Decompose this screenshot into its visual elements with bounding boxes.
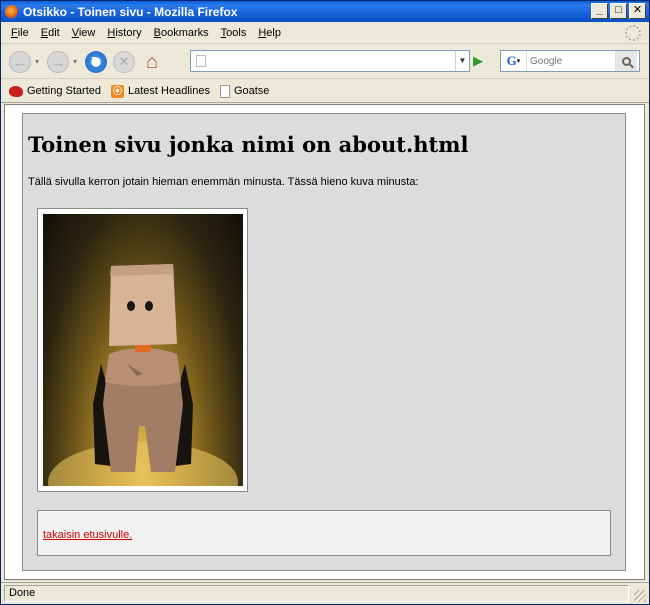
profile-photo: [43, 214, 243, 486]
reload-icon: ↻: [85, 50, 108, 73]
bookmark-getting-started[interactable]: Getting Started: [9, 85, 101, 97]
status-bar: Done: [1, 582, 649, 604]
window-controls: _ □ ✕: [591, 3, 646, 19]
back-to-home-link[interactable]: takaisin etusivulle.: [43, 529, 132, 541]
url-history-dropdown[interactable]: ▼: [455, 51, 469, 71]
page-heading: Toinen sivu jonka nimi on about.html: [28, 132, 469, 157]
home-icon: ⌂: [145, 50, 159, 73]
search-input[interactable]: [527, 54, 615, 68]
maximize-button[interactable]: □: [610, 3, 627, 19]
menu-help[interactable]: Help: [252, 27, 287, 39]
close-button[interactable]: ✕: [629, 3, 646, 19]
back-history-dropdown[interactable]: ▾: [35, 57, 39, 66]
resize-grip-icon[interactable]: [634, 590, 646, 602]
link-container: takaisin etusivulle.: [37, 510, 611, 556]
reload-button[interactable]: ↻: [83, 49, 109, 75]
menu-tools[interactable]: Tools: [215, 27, 253, 39]
menu-bookmarks[interactable]: Bookmarks: [148, 27, 215, 39]
minimize-button[interactable]: _: [591, 3, 608, 19]
forward-history-dropdown[interactable]: ▾: [73, 57, 77, 66]
menu-bar: File Edit View History Bookmarks Tools H…: [1, 23, 649, 44]
menu-history[interactable]: History: [101, 27, 147, 39]
search-bar[interactable]: G ▾: [500, 50, 640, 72]
chevron-down-icon: ▾: [516, 58, 521, 65]
bookmark-latest-headlines[interactable]: ⦿ Latest Headlines: [111, 84, 210, 98]
page-content[interactable]: Toinen sivu jonka nimi on about.html Täl…: [4, 104, 645, 580]
menu-edit[interactable]: Edit: [35, 27, 66, 39]
firefox-logo-icon: [5, 4, 19, 19]
back-button[interactable]: ←: [7, 49, 33, 75]
firefox-red-icon: [9, 85, 23, 97]
title-bar[interactable]: Otsikko - Toinen sivu - Mozilla Firefox …: [1, 1, 649, 22]
page-icon: [196, 55, 206, 67]
window-title: Otsikko - Toinen sivu - Mozilla Firefox: [23, 4, 238, 19]
bookmark-label: Getting Started: [27, 85, 101, 97]
search-button[interactable]: [615, 51, 637, 71]
bookmark-goatse[interactable]: Goatse: [219, 84, 270, 98]
search-engine-selector[interactable]: G ▾: [501, 51, 527, 71]
menu-file[interactable]: File: [5, 27, 35, 39]
paper-bag-person-illustration: [48, 264, 238, 486]
stop-button[interactable]: ✕: [111, 49, 137, 75]
status-text: Done: [4, 585, 629, 602]
menu-view[interactable]: View: [66, 27, 102, 39]
page-container: Toinen sivu jonka nimi on about.html Täl…: [22, 113, 626, 571]
page-icon: [219, 84, 230, 98]
url-input[interactable]: [212, 54, 455, 68]
bookmark-label: Latest Headlines: [128, 85, 210, 97]
google-icon: G: [506, 53, 517, 68]
intro-paragraph: Tällä sivulla kerron jotain hieman enemm…: [28, 176, 419, 188]
magnifier-icon: [622, 56, 631, 66]
browser-window: Otsikko - Toinen sivu - Mozilla Firefox …: [0, 0, 650, 605]
forward-arrow-icon: →: [47, 50, 70, 73]
back-arrow-icon: ←: [9, 50, 31, 73]
rss-icon: ⦿: [111, 84, 124, 98]
home-button[interactable]: ⌂: [139, 49, 165, 75]
photo-frame: [37, 208, 248, 492]
address-bar[interactable]: ▼: [190, 50, 470, 72]
throbber-icon: [625, 25, 641, 41]
navigation-toolbar: ← ▾ → ▾ ↻ ✕ ⌂ ▼ ▶ G ▾: [1, 45, 649, 79]
stop-icon: ✕: [113, 50, 136, 73]
go-arrow-icon[interactable]: ▶: [473, 53, 489, 69]
bookmarks-toolbar: Getting Started ⦿ Latest Headlines Goats…: [1, 80, 649, 103]
forward-button[interactable]: →: [45, 49, 71, 75]
bookmark-label: Goatse: [233, 85, 270, 97]
